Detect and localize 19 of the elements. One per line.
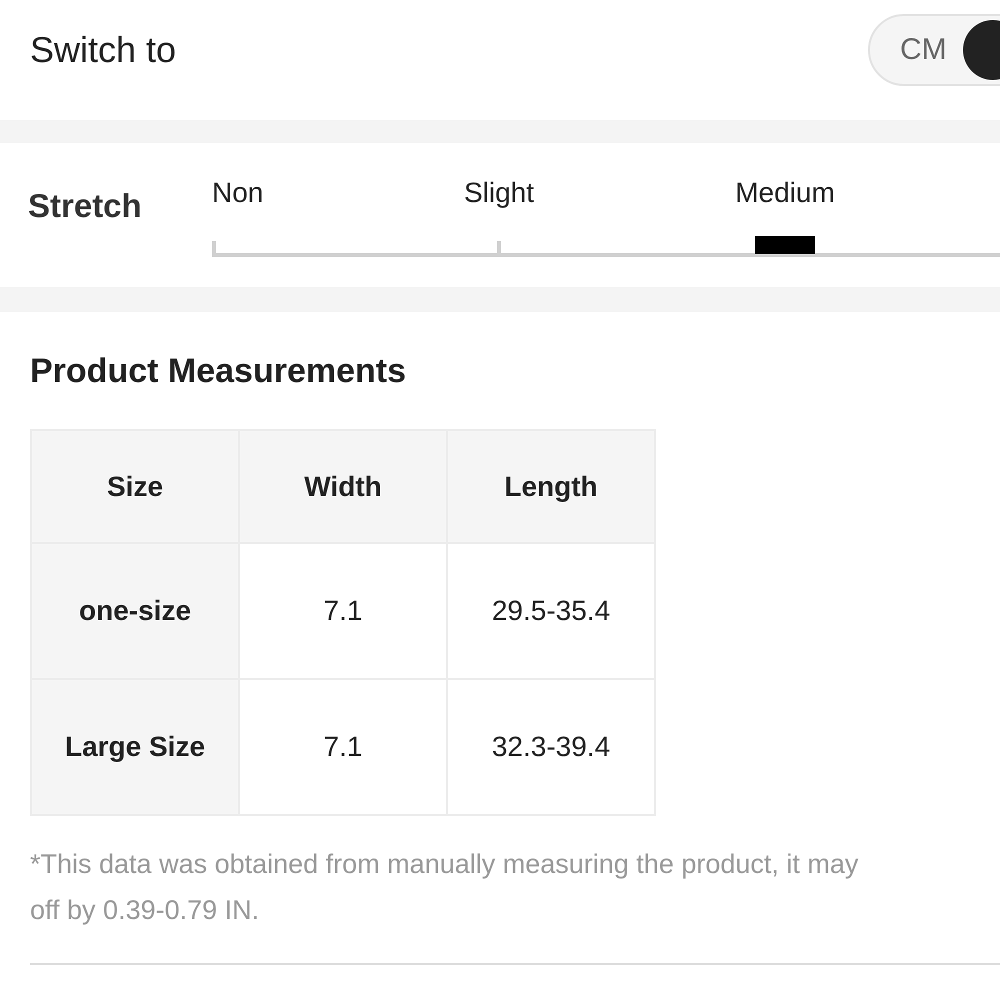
table-cell: Large Size [31, 679, 239, 815]
column-header: Size [31, 430, 239, 543]
unit-toggle[interactable]: CM [868, 14, 1000, 86]
stretch-level-label: Medium [735, 177, 835, 210]
measurement-note: off by 0.39-0.79 IN. [30, 894, 260, 927]
table-cell: 7.1 [239, 679, 447, 815]
table-cell: 32.3-39.4 [447, 679, 655, 815]
table-cell: 7.1 [239, 543, 447, 679]
table-cell: one-size [31, 543, 239, 679]
stretch-label: Stretch [27, 187, 143, 226]
unit-option[interactable]: CM [900, 33, 947, 67]
stretch-level-label: Non [212, 177, 264, 210]
table-cell: 29.5-35.4 [447, 543, 655, 679]
column-header: Width [239, 430, 447, 543]
section-heading: Product Measurements [30, 351, 407, 390]
column-header: Length [447, 430, 655, 543]
switch-to-label: Switch to [30, 29, 176, 71]
stretch-level-label: Slight [464, 177, 534, 210]
measurement-note: *This data was obtained from manually measuring the product, it may [30, 848, 860, 881]
